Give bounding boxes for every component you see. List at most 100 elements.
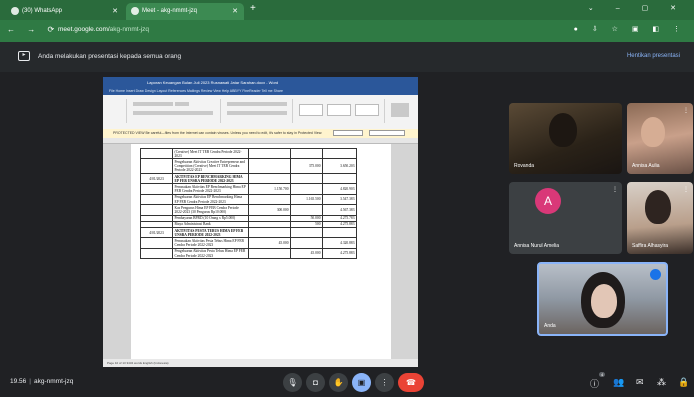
tab-whatsapp[interactable]: (30) WhatsApp ✕ [6,3,124,20]
table-cell-description: (Creative) Meet IT TEB Cendra Periode 20… [172,147,249,160]
hand-icon: ✋ [333,378,344,387]
table-cell-income: 300.000 [248,204,291,216]
table-row: Pengeluaran Aktivitas Pesta Tebus Hima E… [140,247,357,260]
table-cell-income: 1.150.700 [248,183,291,195]
protected-view-text: PROTECTED VIEW Be careful—files from the… [113,131,323,135]
table-cell-income [248,193,291,206]
size-box [175,102,189,106]
whatsapp-icon [11,7,19,15]
raise-hand-button[interactable]: ✋ [329,373,348,392]
close-icon[interactable]: ✕ [112,7,118,15]
table-cell-date [140,204,173,216]
finance-table: (Creative) Meet IT TEB Cendra Periode 20… [140,147,357,260]
camera-button[interactable]: ◘ [306,373,325,392]
editing-group [391,103,409,117]
people-icon[interactable]: 👥 [613,377,624,388]
browser-toolbar-icons[interactable]: ● ⇩ ☆ ▣ ◧ ⋮ [574,25,686,33]
presenting-notice: ▸ Anda melakukan presentasi kepada semua… [0,42,694,72]
more-options-button[interactable]: ⋮ [375,373,394,392]
meeting-code: akg-nmmt-jzq [33,378,74,385]
participant-tile[interactable]: Rovanda [509,103,622,174]
more-options-icon[interactable]: ⋮ [683,107,689,114]
table-cell-expense [290,172,323,185]
video-feed [641,117,665,147]
table-cell-expense: 45.000 [290,247,323,260]
notice-text: Anda melakukan presentasi kepada semua o… [38,53,182,60]
activities-icon[interactable]: ⁂ [657,377,666,388]
table-cell-income [248,147,291,160]
table-cell-balance [322,147,357,160]
more-options-icon[interactable]: ⋮ [683,186,689,193]
host-controls-icon[interactable]: 🔒 [678,377,689,388]
document-page: (Creative) Meet IT TEB Cendra Periode 20… [131,144,391,359]
close-icon[interactable]: ✕ [232,7,238,15]
table-cell-description: Pengeluaran Aktivitas Pesta Tebus Hima E… [172,247,249,260]
tab-meet[interactable]: Meet - akg-nmmt-jzq ✕ [126,3,244,20]
table-cell-expense [290,237,323,249]
meeting-info: 19.56 | akg-nmmt-jzq [10,378,73,385]
hangup-icon: ☎ [406,378,416,387]
table-cell-date: 4/01/2023 [140,227,173,239]
video-feed [549,113,577,147]
mic-button[interactable]: 🎙 [283,373,302,392]
dont-show-button [369,130,405,136]
table-row: Pengeluaran Aktivitas EP Benchmarking Hi… [140,193,357,206]
participant-tile[interactable]: ⋮ Annisa Aulia [627,103,693,174]
table-cell-expense [290,227,323,239]
para-tools [227,102,287,106]
url-field[interactable]: meet.google.com/akg-nmmt-jzq [58,26,149,33]
info-icon[interactable]: ⓘ [590,377,599,390]
table-cell-income [248,227,291,239]
nav-buttons[interactable]: ← → ⟳ [7,25,59,34]
word-title-bar: Laporan Keuangan Bulan Juli 2023 Rusnawa… [103,77,418,87]
table-cell-date [140,147,173,160]
table-cell-income: 45.000 [248,237,291,249]
table-cell-date [140,237,173,249]
participant-tile[interactable]: A ⋮ Annisa Nurul Amelia [509,182,622,254]
present-button[interactable]: ▣ [352,373,371,392]
word-menu-bar: File Home Insert Draw Design Layout Refe… [103,87,418,95]
table-row: Pengeluaran Aktivitas Creative Entrepren… [140,158,357,175]
table-cell-balance [322,172,357,185]
participant-tile[interactable]: ⋮ Saffira Alhasyira [627,182,693,254]
table-cell-description: Pemasukan Aktivitas EP Benchmarking Hima… [172,183,249,195]
participant-name: Annisa Nurul Amelia [514,243,560,249]
table-cell-description: Kas Pengurus Hima EP FEB Cendra Periode … [172,204,249,216]
table-cell-balance [322,227,357,239]
more-options-icon[interactable]: ⋮ [612,186,618,193]
video-feed [645,190,671,224]
para-tools-2 [227,111,287,115]
table-cell-income [248,158,291,175]
participant-name: Annisa Aulia [632,163,660,169]
protected-view-bar: PROTECTED VIEW Be careful—files from the… [103,129,418,138]
table-cell-balance: 3.547.383 [322,193,357,206]
ribbon-clipboard [105,99,127,123]
end-call-button[interactable]: ☎ [398,373,424,392]
font-tools [133,111,213,115]
table-cell-expense [290,183,323,195]
chat-icon[interactable]: ✉ [636,377,644,388]
address-bar: ← → ⟳ meet.google.com/akg-nmmt-jzq ● ⇩ ☆… [0,20,694,42]
table-row: Pemasukan Aktivitas EP Benchmarking Hima… [140,183,357,195]
stop-presenting-button[interactable]: Hentikan presentasi [627,53,680,59]
table-cell-description: Pengeluaran Aktivitas EP Benchmarking Hi… [172,193,249,206]
table-cell-description: Pemasukan Aktivitas Pesta Tebus Hima EP … [172,237,249,249]
table-cell-expense: 1.165.500 [290,193,323,206]
new-tab-button[interactable]: + [250,3,256,14]
window-controls[interactable]: ⌄ – ▢ ✕ [588,4,686,12]
tab-label: Meet - akg-nmmt-jzq [142,8,198,14]
participant-name: Rovanda [514,163,535,169]
camera-icon: ◘ [313,378,318,387]
self-tile[interactable]: Anda [537,262,668,336]
table-cell-balance: 4.567.383 [322,204,357,216]
meeting-info-separator: | [29,378,31,385]
table-row: Kas Pengurus Hima EP FEB Cendra Periode … [140,204,357,216]
present-screen-icon: ▸ [18,51,30,61]
mic-icon: 🎙 [287,378,298,387]
avatar: A [535,188,561,214]
tab-label: (30) WhatsApp [22,8,63,14]
table-cell-description: Pengeluaran Aktivitas Creative Entrepren… [172,158,249,175]
table-cell-expense: 375.000 [290,158,323,175]
table-cell-date [140,158,173,175]
table-cell-description: AKTIVITAS EP BENCHMARKING HIMA EP FEB UN… [172,172,249,185]
